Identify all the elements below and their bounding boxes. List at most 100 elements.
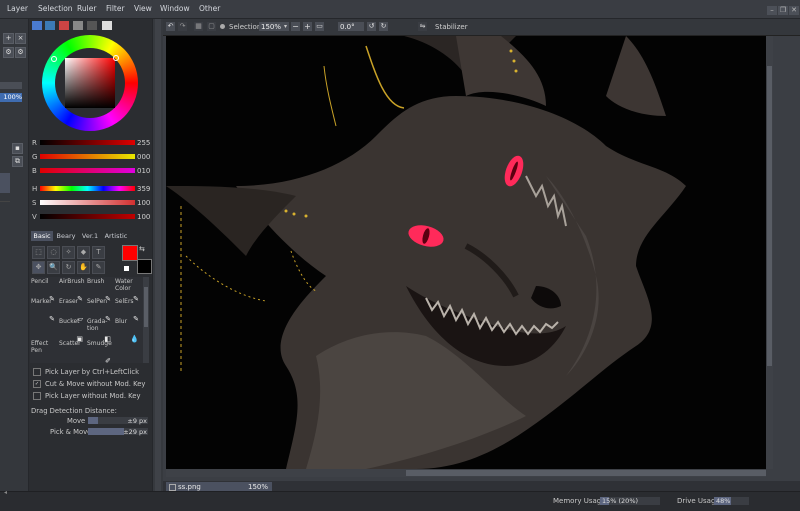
vertical-scroll-thumb[interactable] — [767, 66, 772, 366]
move-icon[interactable]: ✥ — [32, 261, 45, 274]
document-zoom: 150% — [247, 483, 268, 491]
color-history-tab-icon[interactable] — [73, 21, 83, 30]
brush-grid: Pencil ✎ AirBrush ✎ Brush ✎ Water Color ✎ Ma… — [30, 277, 143, 365]
b-slider[interactable] — [40, 168, 135, 173]
rotate-left-icon[interactable]: ↺ — [367, 22, 376, 31]
hand-icon[interactable]: ✋ — [77, 261, 90, 274]
tab-artistic[interactable]: Artistic — [102, 231, 130, 241]
pick-move-distance-slider[interactable]: ±29 px — [88, 428, 148, 436]
close-icon[interactable]: ✕ — [789, 6, 799, 15]
rotate-icon[interactable]: ↻ — [62, 261, 75, 274]
option-cut-move[interactable]: ✓ Cut & Move without Mod. Key — [33, 380, 145, 388]
layer-thumb[interactable] — [0, 173, 10, 193]
g-slider[interactable] — [40, 154, 135, 159]
fit-view-icon[interactable]: ▭ — [315, 22, 324, 31]
zoom-icon[interactable]: 🔍 — [47, 261, 60, 274]
checkbox-pick-layer-ctrl[interactable] — [33, 368, 41, 376]
horizontal-scroll-thumb[interactable] — [406, 470, 766, 476]
secondary-color-swatch[interactable] — [137, 259, 152, 274]
brush-scroll-thumb[interactable] — [144, 287, 148, 327]
brush-empty-2[interactable] — [114, 339, 141, 368]
s-value[interactable]: 100 — [137, 199, 150, 207]
color-scratch-tab-icon[interactable] — [87, 21, 97, 30]
v-value[interactable]: 100 — [137, 213, 150, 221]
select-all-icon[interactable]: ▦ — [194, 22, 203, 31]
menu-filter[interactable]: Filter — [106, 4, 125, 13]
rotate-right-icon[interactable]: ↻ — [379, 22, 388, 31]
h-slider[interactable] — [40, 186, 135, 191]
horizontal-scrollbar[interactable] — [166, 469, 766, 477]
drawing-canvas[interactable] — [166, 36, 766, 469]
document-icon — [169, 484, 176, 491]
color-palette-tab-icon[interactable] — [59, 21, 69, 30]
strip-dropdown[interactable] — [0, 82, 22, 89]
color-mixer-tab-icon[interactable] — [102, 21, 112, 30]
tab-basic[interactable]: Basic — [31, 231, 53, 241]
menu-layer[interactable]: Layer — [7, 4, 28, 13]
fill-select-icon[interactable]: ◆ — [77, 246, 90, 259]
h-value[interactable]: 359 — [137, 185, 150, 193]
text-icon[interactable]: T — [92, 246, 105, 259]
selection-radio-icon[interactable] — [220, 24, 225, 29]
saturation-value-square[interactable] — [65, 58, 115, 108]
rotation-dropdown[interactable]: 0.0° — [338, 22, 364, 31]
option-pick-layer-ctrl[interactable]: Pick Layer by Ctrl+LeftClick — [33, 368, 139, 376]
wand-icon[interactable]: ✧ — [62, 246, 75, 259]
brush-smudge[interactable]: Smudge ✐ — [86, 339, 113, 368]
smudge-icon: ✐ — [105, 357, 111, 365]
redo-icon[interactable]: ↷ — [178, 22, 187, 31]
color-wheel[interactable] — [42, 35, 138, 131]
tab-beary[interactable]: Beary — [54, 231, 78, 241]
brush-scatter[interactable]: Scatter — [58, 339, 85, 368]
zoom-dropdown[interactable]: 150% ▾ — [259, 22, 289, 31]
color-slider-tab-icon[interactable] — [45, 21, 55, 30]
transparent-color-icon[interactable] — [124, 266, 129, 271]
r-slider[interactable] — [40, 140, 135, 145]
b-value[interactable]: 010 — [137, 167, 150, 175]
zoom-out-icon[interactable]: − — [291, 22, 300, 31]
pick-move-label: Pick & Move — [50, 428, 92, 436]
r-value[interactable]: 255 — [137, 139, 150, 147]
zoom-in-icon[interactable]: + — [303, 22, 312, 31]
flip-icon[interactable]: ⇋ — [418, 22, 427, 31]
option-pick-layer-nomod[interactable]: Pick Layer without Mod. Key — [33, 392, 140, 400]
memory-usage-bar: 15% (20%) — [600, 497, 660, 505]
checkbox-pick-layer-nomod[interactable] — [33, 392, 41, 400]
deselect-icon[interactable]: ▢ — [207, 22, 216, 31]
menu-ruler[interactable]: Ruler — [77, 4, 96, 13]
layer-copy-icon[interactable]: ⧉ — [12, 156, 23, 167]
lasso-icon[interactable]: ◌ — [47, 246, 60, 259]
g-value[interactable]: 000 — [137, 153, 150, 161]
settings-alt-icon[interactable]: ⚙ — [15, 47, 26, 58]
tab-ver1[interactable]: Ver.1 — [79, 231, 101, 241]
zoom-field[interactable]: 100% — [0, 93, 22, 102]
panel-splitter[interactable] — [152, 19, 163, 491]
menu-other[interactable]: Other — [199, 4, 220, 13]
eyedropper-icon[interactable]: ✎ — [92, 261, 105, 274]
sv-cursor-icon[interactable] — [113, 55, 119, 61]
delete-icon[interactable]: × — [15, 33, 26, 44]
restore-icon[interactable]: ❐ — [778, 6, 788, 15]
menu-selection[interactable]: Selection — [38, 4, 73, 13]
panel-scroll-arrow-icon[interactable]: ◂ — [4, 489, 7, 496]
layer-toggle-icon[interactable]: ▪ — [12, 143, 23, 154]
brush-effect-pen[interactable]: Effect Pen — [30, 339, 57, 368]
brush-scrollbar[interactable] — [143, 277, 149, 363]
undo-icon[interactable]: ↶ — [166, 22, 175, 31]
s-slider[interactable] — [40, 200, 135, 205]
settings-icon[interactable]: ⚙ — [3, 47, 14, 58]
move-distance-slider[interactable]: ±9 px — [88, 417, 148, 425]
swap-colors-icon[interactable]: ⇆ — [139, 245, 145, 253]
minimize-icon[interactable]: – — [767, 6, 777, 15]
hue-cursor-icon[interactable] — [51, 56, 57, 62]
v-slider[interactable] — [40, 214, 135, 219]
color-wheel-tab-icon[interactable] — [32, 21, 42, 30]
menu-view[interactable]: View — [134, 4, 152, 13]
primary-color-swatch[interactable] — [122, 245, 138, 261]
add-icon[interactable]: + — [3, 33, 14, 44]
menu-window[interactable]: Window — [160, 4, 190, 13]
move-distance-value: ±9 px — [127, 417, 147, 425]
checkbox-cut-move[interactable]: ✓ — [33, 380, 41, 388]
vertical-scrollbar[interactable] — [766, 36, 773, 469]
rect-select-icon[interactable]: ⬚ — [32, 246, 45, 259]
